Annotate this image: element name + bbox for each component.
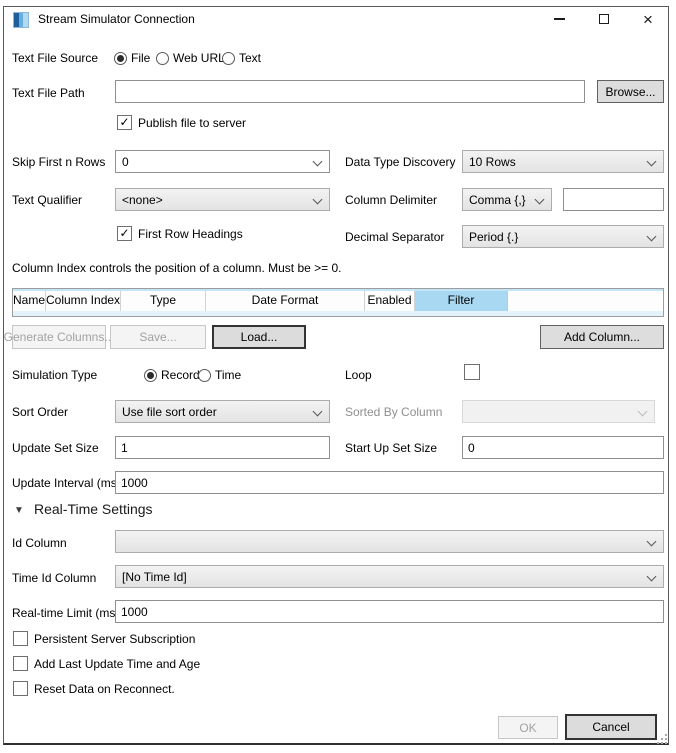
radio-record-label[interactable]: Record — [161, 368, 200, 382]
simulation-type-label: Simulation Type — [12, 368, 97, 382]
chevron-down-icon — [647, 537, 657, 547]
data-type-discovery-label: Data Type Discovery — [345, 155, 456, 169]
radio-file-label[interactable]: File — [131, 51, 150, 65]
table-header-row: Name Column Index Type Date Format Enabl… — [13, 291, 663, 311]
add-last-update-checkbox[interactable] — [13, 656, 28, 671]
time-id-column-combobox[interactable]: [No Time Id] — [115, 565, 664, 588]
sorted-by-column-combobox — [462, 400, 655, 423]
maximize-icon — [599, 14, 609, 24]
radio-file[interactable] — [114, 52, 127, 65]
persistent-subscription-checkbox[interactable] — [13, 631, 28, 646]
data-type-discovery-combobox[interactable]: 10 Rows — [462, 150, 664, 173]
decimal-separator-combobox[interactable]: Period {.} — [462, 225, 664, 248]
first-row-headings-label[interactable]: First Row Headings — [138, 227, 243, 241]
radio-web-url[interactable] — [156, 52, 169, 65]
skip-first-n-rows-combobox[interactable]: 0 — [115, 150, 330, 173]
header-enabled[interactable]: Enabled — [365, 291, 415, 311]
load-button[interactable]: Load... — [212, 325, 306, 349]
sorted-by-column-label: Sorted By Column — [345, 405, 442, 419]
time-id-column-label: Time Id Column — [12, 571, 96, 585]
update-set-size-input[interactable] — [115, 436, 330, 459]
chevron-down-icon — [313, 195, 323, 205]
reset-data-checkbox[interactable] — [13, 681, 28, 696]
header-date-format[interactable]: Date Format — [206, 291, 365, 311]
header-type[interactable]: Type — [121, 291, 206, 311]
id-column-label: Id Column — [12, 536, 67, 550]
reset-data-label[interactable]: Reset Data on Reconnect. — [34, 682, 175, 696]
publish-file-checkbox[interactable]: ✓ — [117, 115, 132, 130]
real-time-limit-input[interactable] — [115, 600, 664, 623]
header-filler — [508, 291, 663, 311]
add-column-button[interactable]: Add Column... — [540, 325, 664, 349]
update-interval-input[interactable] — [115, 471, 664, 494]
skip-first-n-rows-label: Skip First n Rows — [12, 155, 105, 169]
header-name[interactable]: Name — [13, 291, 46, 311]
chevron-down-icon — [638, 407, 648, 417]
table-body-empty — [13, 311, 663, 316]
header-filter[interactable]: Filter — [415, 291, 508, 311]
maximize-button[interactable] — [587, 7, 621, 31]
columns-table: Name Column Index Type Date Format Enabl… — [12, 288, 664, 317]
update-interval-label: Update Interval (ms) — [12, 476, 121, 490]
text-file-path-label: Text File Path — [12, 86, 85, 100]
loop-label: Loop — [345, 368, 372, 382]
column-delimiter-combobox[interactable]: Comma {,} — [462, 188, 552, 211]
start-up-set-size-label: Start Up Set Size — [345, 441, 437, 455]
column-delimiter-label: Column Delimiter — [345, 193, 437, 207]
minimize-icon — [554, 18, 565, 20]
radio-web-url-label[interactable]: Web URL — [173, 51, 225, 65]
chevron-down-icon — [647, 232, 657, 242]
radio-record[interactable] — [144, 369, 157, 382]
real-time-settings-header[interactable]: Real-Time Settings — [34, 501, 153, 517]
text-qualifier-label: Text Qualifier — [12, 193, 82, 207]
radio-text-label[interactable]: Text — [239, 51, 261, 65]
text-file-source-label: Text File Source — [12, 51, 98, 65]
add-last-update-label[interactable]: Add Last Update Time and Age — [34, 657, 200, 671]
generate-columns-button[interactable]: Generate Columns... — [12, 325, 106, 349]
start-up-set-size-input[interactable] — [462, 436, 664, 459]
radio-time[interactable] — [198, 369, 211, 382]
real-time-limit-label: Real-time Limit (ms) — [12, 606, 119, 620]
header-column-index[interactable]: Column Index — [46, 291, 121, 311]
save-button[interactable]: Save... — [110, 325, 206, 349]
screen: Stream Simulator Connection × Text File … — [0, 0, 676, 753]
cancel-button[interactable]: Cancel — [565, 714, 657, 740]
chevron-down-icon — [313, 157, 323, 167]
app-icon — [13, 12, 29, 28]
column-delimiter-custom-input[interactable] — [563, 188, 664, 211]
close-icon: × — [643, 11, 653, 28]
text-file-path-input[interactable] — [115, 80, 585, 103]
ok-button[interactable]: OK — [498, 716, 558, 739]
resize-grip[interactable] — [657, 734, 659, 736]
text-qualifier-combobox[interactable]: <none> — [115, 188, 330, 211]
chevron-down-icon — [535, 195, 545, 205]
minimize-button[interactable] — [542, 7, 576, 31]
decimal-separator-label: Decimal Separator — [345, 230, 444, 244]
check-icon: ✓ — [119, 115, 129, 129]
chevron-down-icon — [647, 572, 657, 582]
column-index-note: Column Index controls the position of a … — [12, 261, 342, 275]
id-column-combobox[interactable] — [115, 530, 664, 553]
expander-arrow-icon[interactable]: ▼ — [14, 505, 24, 516]
chevron-down-icon — [647, 157, 657, 167]
browse-button[interactable]: Browse... — [597, 80, 664, 103]
persistent-subscription-label[interactable]: Persistent Server Subscription — [34, 632, 195, 646]
close-button[interactable]: × — [631, 7, 665, 31]
sort-order-combobox[interactable]: Use file sort order — [115, 400, 330, 423]
loop-checkbox[interactable] — [464, 364, 480, 380]
update-set-size-label: Update Set Size — [12, 441, 99, 455]
publish-file-label[interactable]: Publish file to server — [138, 116, 246, 130]
sort-order-label: Sort Order — [12, 405, 68, 419]
chevron-down-icon — [313, 407, 323, 417]
radio-text[interactable] — [222, 52, 235, 65]
first-row-headings-checkbox[interactable]: ✓ — [117, 226, 132, 241]
radio-time-label[interactable]: Time — [215, 368, 241, 382]
window-title: Stream Simulator Connection — [38, 12, 195, 26]
check-icon: ✓ — [119, 226, 129, 240]
